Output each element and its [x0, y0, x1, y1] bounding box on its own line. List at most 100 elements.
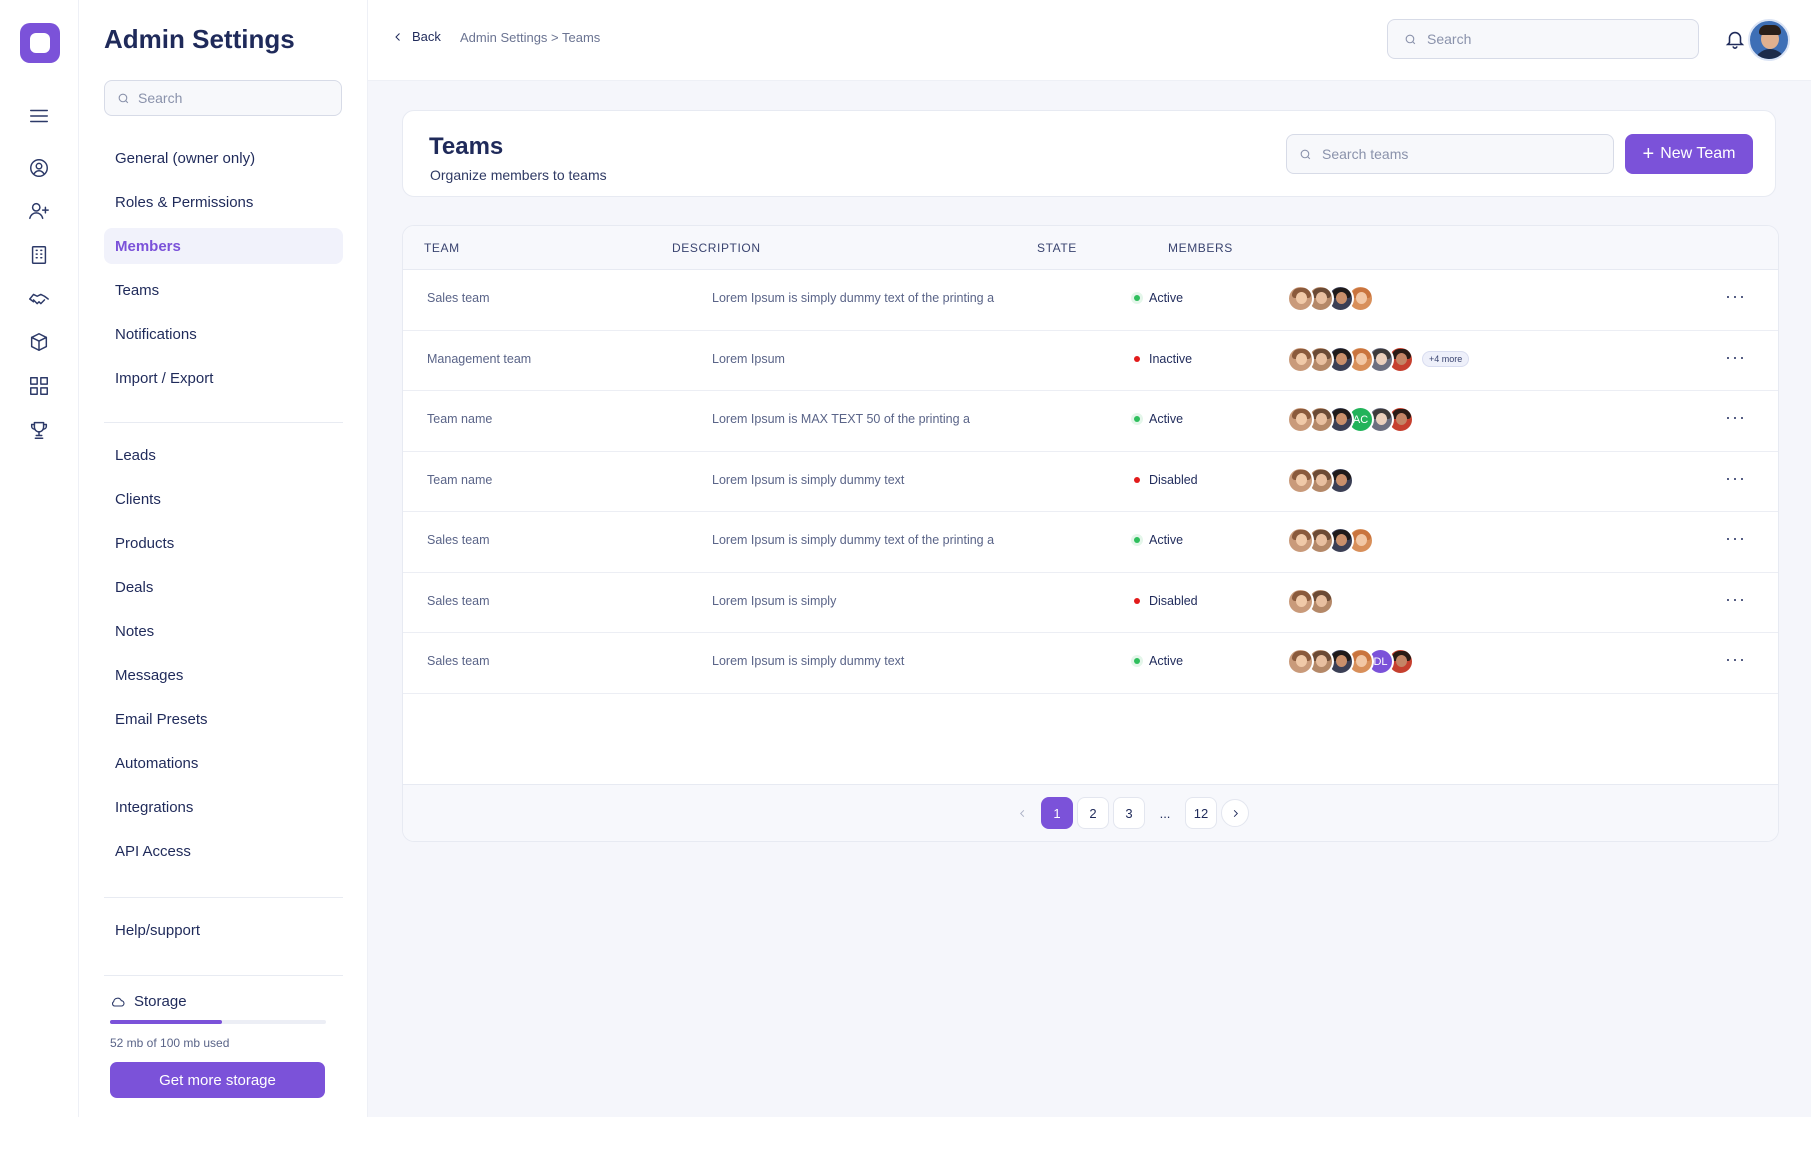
global-search[interactable]: [1387, 19, 1699, 59]
sidebar-item-general-owner-only[interactable]: General (owner only): [104, 140, 343, 176]
description-cell: Lorem Ipsum is simply dummy text of the …: [712, 291, 995, 305]
member-avatar[interactable]: [1287, 285, 1314, 312]
team-name-cell: Sales team: [427, 291, 490, 305]
column-header-team[interactable]: TEAM: [424, 241, 460, 255]
description-cell: Lorem Ipsum is simply: [712, 593, 837, 608]
sidebar-item-deals[interactable]: Deals: [104, 569, 343, 605]
teams-table: TEAM DESCRIPTION STATE MEMBERS Sales tea…: [402, 225, 1779, 842]
row-actions-icon[interactable]: ···: [1725, 407, 1746, 428]
page-button[interactable]: 3: [1113, 797, 1145, 829]
app-logo[interactable]: [20, 23, 60, 63]
menu-icon[interactable]: [27, 104, 51, 128]
help-nav-group: Help/support: [104, 912, 343, 956]
row-actions-icon[interactable]: ···: [1725, 649, 1746, 670]
team-search-input[interactable]: [1322, 146, 1602, 162]
state-cell: Disabled: [1134, 473, 1198, 487]
status-label: Inactive: [1149, 351, 1193, 366]
members-cell: [1287, 466, 1354, 494]
member-avatar[interactable]: [1287, 648, 1314, 675]
team-name-cell: Team name: [427, 472, 493, 487]
member-avatar[interactable]: [1287, 527, 1314, 554]
divider: [104, 975, 343, 976]
status-dot-icon: [1134, 537, 1140, 543]
sidebar-search-input[interactable]: [138, 90, 328, 106]
member-avatar[interactable]: [1287, 466, 1314, 494]
sidebar-item-products[interactable]: Products: [104, 525, 343, 561]
member-avatar[interactable]: [1287, 587, 1314, 615]
back-button[interactable]: Back: [392, 29, 441, 44]
member-avatar[interactable]: [1287, 406, 1314, 433]
building-icon[interactable]: [27, 243, 51, 267]
status-label: Active: [1149, 412, 1184, 426]
table-row[interactable]: Sales team Lorem Ipsum is simply dummy te…: [403, 270, 1778, 331]
row-actions-icon[interactable]: ···: [1725, 528, 1746, 549]
sidebar-search[interactable]: [104, 80, 342, 116]
global-search-input[interactable]: [1427, 31, 1687, 47]
dashboard-grid-icon[interactable]: [27, 374, 51, 398]
sidebar-item-email-presets[interactable]: Email Presets: [104, 701, 343, 737]
next-page-button[interactable]: [1221, 799, 1249, 827]
table-row[interactable]: Sales team Lorem Ipsum is simply Disabled ·…: [403, 573, 1778, 633]
plus-icon: +: [1642, 143, 1655, 165]
add-user-icon[interactable]: [27, 199, 51, 223]
table-row[interactable]: Sales team Lorem Ipsum is simply dummy te…: [403, 512, 1778, 573]
notification-bell-icon[interactable]: [1724, 28, 1746, 50]
description-cell: Lorem Ipsum is simply dummy text of the …: [712, 533, 995, 547]
page-title: Teams: [429, 133, 504, 160]
sidebar-item-help-support[interactable]: Help/support: [104, 912, 343, 948]
description-cell: Lorem Ipsum is simply dummy text: [712, 472, 905, 487]
member-avatar[interactable]: [1287, 345, 1314, 373]
top-bar: Back Admin Settings > Teams: [368, 0, 1811, 81]
row-actions-icon[interactable]: ···: [1725, 286, 1746, 307]
table-row[interactable]: Sales team Lorem Ipsum is simply dummy te…: [403, 633, 1778, 694]
row-actions-icon[interactable]: ···: [1725, 347, 1746, 368]
status-label: Active: [1149, 654, 1184, 668]
page-button[interactable]: 1: [1041, 797, 1073, 829]
new-team-button[interactable]: + New Team: [1625, 134, 1753, 174]
members-cell: AC: [1287, 406, 1414, 433]
table-row[interactable]: Team name Lorem Ipsum is simply dummy tex…: [403, 452, 1778, 512]
sidebar-item-members[interactable]: Members: [104, 228, 343, 264]
previous-page-button[interactable]: [1006, 797, 1038, 829]
teams-header-card: Teams Organize members to teams + New Te…: [402, 110, 1776, 197]
row-actions-icon[interactable]: ···: [1725, 468, 1746, 489]
table-row[interactable]: Team name Lorem Ipsum is MAX TEXT 50 of t…: [403, 391, 1778, 452]
column-header-description[interactable]: DESCRIPTION: [672, 241, 761, 255]
team-search[interactable]: [1286, 134, 1614, 174]
page-button[interactable]: 12: [1185, 797, 1217, 829]
table-row[interactable]: Management team Lorem Ipsum Inactive +4 mor…: [403, 331, 1778, 391]
sidebar-item-integrations[interactable]: Integrations: [104, 789, 343, 825]
team-name-cell: Sales team: [427, 533, 490, 547]
column-header-members[interactable]: MEMBERS: [1168, 241, 1233, 255]
state-cell: Inactive: [1134, 352, 1192, 366]
user-circle-icon[interactable]: [27, 156, 51, 180]
sidebar-item-import-export[interactable]: Import / Export: [104, 360, 343, 396]
sidebar-item-automations[interactable]: Automations: [104, 745, 343, 781]
box-icon[interactable]: [27, 330, 51, 354]
chevron-left-icon: [1019, 809, 1024, 817]
description-cell: Lorem Ipsum is MAX TEXT 50 of the printi…: [712, 412, 970, 426]
sidebar-title: Admin Settings: [104, 24, 295, 54]
user-avatar[interactable]: [1748, 19, 1790, 61]
sidebar-item-clients[interactable]: Clients: [104, 481, 343, 517]
state-cell: Active: [1134, 654, 1183, 668]
get-more-storage-button[interactable]: Get more storage: [110, 1062, 325, 1098]
description-cell: Lorem Ipsum is simply dummy text: [712, 654, 905, 668]
page-button[interactable]: 2: [1077, 797, 1109, 829]
handshake-icon[interactable]: [27, 287, 51, 311]
members-cell: [1287, 587, 1334, 615]
sidebar-item-teams[interactable]: Teams: [104, 272, 343, 308]
search-icon: [1405, 34, 1416, 44]
sidebar-item-notifications[interactable]: Notifications: [104, 316, 343, 352]
sidebar-item-messages[interactable]: Messages: [104, 657, 343, 693]
sidebar-item-roles-permissions[interactable]: Roles & Permissions: [104, 184, 343, 220]
column-header-state[interactable]: STATE: [1037, 241, 1077, 255]
more-members-badge[interactable]: +4 more: [1422, 351, 1470, 367]
row-actions-icon[interactable]: ···: [1725, 589, 1746, 610]
status-dot-icon: [1134, 355, 1140, 362]
sidebar-item-leads[interactable]: Leads: [104, 437, 343, 473]
trophy-icon[interactable]: [27, 418, 51, 442]
sidebar-item-notes[interactable]: Notes: [104, 613, 343, 649]
divider: [104, 897, 343, 898]
sidebar-item-api-access[interactable]: API Access: [104, 833, 343, 869]
